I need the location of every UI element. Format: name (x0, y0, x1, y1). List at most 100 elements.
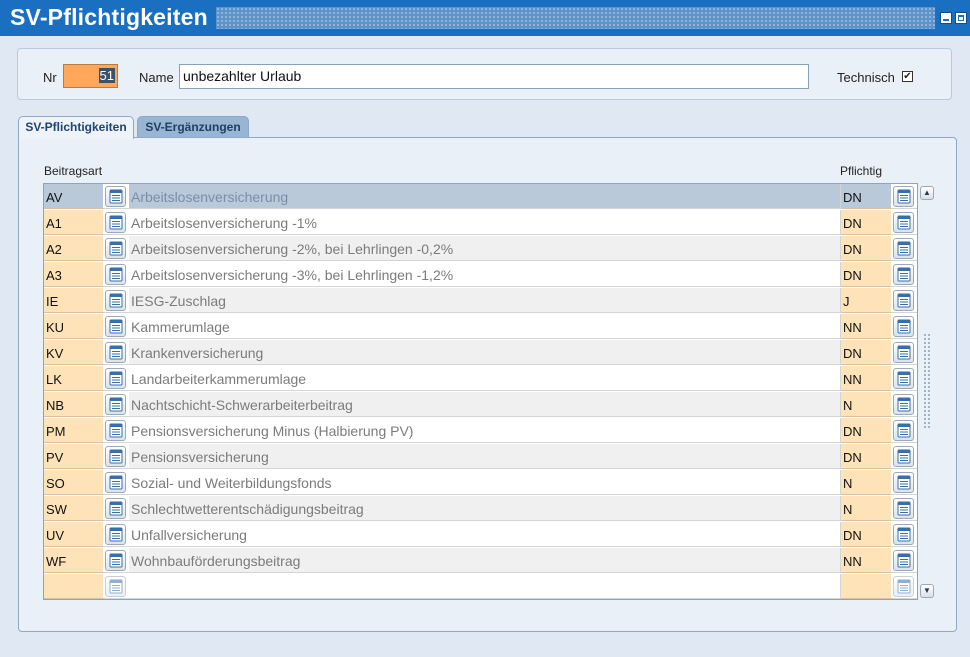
pflichtig-cell[interactable]: DN (840, 210, 891, 235)
pflichtig-cell[interactable]: DN (840, 340, 891, 365)
list-lookup-icon[interactable] (105, 394, 126, 415)
pflichtig-cell[interactable]: NN (840, 366, 891, 391)
table-row[interactable]: PM Pensionsversicherung Minus (Halbierung… (44, 418, 917, 444)
table-row[interactable]: KV Krankenversicherung DN (44, 340, 917, 366)
pflichtig-cell[interactable]: DN (840, 262, 891, 287)
list-lookup-icon[interactable] (893, 394, 914, 415)
beitragsart-cell[interactable]: WF (44, 548, 103, 573)
table-row[interactable]: A2 Arbeitslosenversicherung -2%, bei Lehr… (44, 236, 917, 262)
pflichtig-cell[interactable]: NN (840, 548, 891, 573)
beitragsart-cell[interactable]: PM (44, 418, 103, 443)
list-lookup-icon[interactable] (893, 524, 914, 545)
list-lookup-icon[interactable] (105, 550, 126, 571)
list-lookup-icon[interactable] (893, 498, 914, 519)
name-field[interactable]: unbezahlter Urlaub (179, 64, 809, 89)
list-lookup-icon[interactable] (893, 420, 914, 441)
description-cell (129, 574, 840, 599)
beitragsart-cell[interactable]: A2 (44, 236, 103, 261)
vertical-scrollbar[interactable]: ▲ ▼ (919, 183, 935, 600)
nr-field[interactable]: 51 (63, 64, 118, 88)
description-cell: Kammerumlage (129, 314, 840, 339)
list-lookup-icon[interactable] (893, 290, 914, 311)
table-row[interactable]: AV Arbeitslosenversicherung DN (44, 184, 917, 210)
beitragsart-cell[interactable]: LK (44, 366, 103, 391)
scroll-up-button[interactable]: ▲ (920, 186, 934, 200)
beitragsart-cell[interactable]: SW (44, 496, 103, 521)
pflichtig-cell[interactable]: DN (840, 444, 891, 469)
list-lookup-icon[interactable] (893, 316, 914, 337)
beitragsart-cell[interactable]: PV (44, 444, 103, 469)
list-lookup-icon[interactable] (893, 550, 914, 571)
pflichtig-cell[interactable]: N (840, 496, 891, 521)
beitragsart-cell[interactable]: UV (44, 522, 103, 547)
list-lookup-icon[interactable] (105, 420, 126, 441)
list-lookup-icon[interactable] (893, 186, 914, 207)
tab-sv-pflichtigkeiten[interactable]: SV-Pflichtigkeiten (18, 116, 134, 139)
table-row[interactable]: UV Unfallversicherung DN (44, 522, 917, 548)
list-lookup-icon[interactable] (893, 264, 914, 285)
beitragsart-cell[interactable]: SO (44, 470, 103, 495)
beitragsart-cell[interactable]: KV (44, 340, 103, 365)
list-lookup-icon[interactable] (893, 472, 914, 493)
list-lookup-icon[interactable] (105, 472, 126, 493)
table-row[interactable]: SO Sozial- und Weiterbildungsfonds N (44, 470, 917, 496)
table-row[interactable]: NB Nachtschicht-Schwerarbeiterbeitrag N (44, 392, 917, 418)
title-bar[interactable]: SV-Pflichtigkeiten (0, 0, 970, 36)
minimize-icon[interactable] (940, 12, 952, 24)
pflichtig-cell[interactable]: N (840, 392, 891, 417)
list-lookup-icon[interactable] (893, 576, 914, 597)
beitragsart-cell[interactable]: IE (44, 288, 103, 313)
list-lookup-icon[interactable] (893, 342, 914, 363)
table-row[interactable]: A3 Arbeitslosenversicherung -3%, bei Lehr… (44, 262, 917, 288)
description-cell: Pensionsversicherung Minus (Halbierung P… (129, 418, 840, 443)
list-lookup-icon[interactable] (105, 446, 126, 467)
table-row[interactable]: KU Kammerumlage NN (44, 314, 917, 340)
list-lookup-icon[interactable] (105, 316, 126, 337)
list-lookup-icon[interactable] (105, 524, 126, 545)
table-row[interactable]: IE IESG-Zuschlag J (44, 288, 917, 314)
table-row[interactable]: A1 Arbeitslosenversicherung -1% DN (44, 210, 917, 236)
beitragsart-cell[interactable]: A1 (44, 210, 103, 235)
beitragsart-cell[interactable]: KU (44, 314, 103, 339)
list-lookup-icon[interactable] (105, 264, 126, 285)
list-lookup-icon[interactable] (105, 498, 126, 519)
pflichtig-cell[interactable]: N (840, 470, 891, 495)
column-header-pflichtig: Pflichtig (840, 164, 883, 178)
pflichtig-cell[interactable]: DN (840, 418, 891, 443)
title-bar-grip[interactable] (216, 7, 935, 29)
list-lookup-icon[interactable] (105, 368, 126, 389)
list-lookup-icon[interactable] (105, 238, 126, 259)
list-lookup-icon[interactable] (105, 342, 126, 363)
list-lookup-icon[interactable] (893, 368, 914, 389)
pflichtig-cell[interactable]: DN (840, 236, 891, 261)
table-row[interactable]: LK Landarbeiterkammerumlage NN (44, 366, 917, 392)
list-lookup-icon[interactable] (893, 238, 914, 259)
table-row[interactable] (44, 574, 917, 599)
beitragsart-cell[interactable]: AV (44, 184, 103, 209)
pflichtig-cell[interactable]: DN (840, 522, 891, 547)
pflichtig-cell[interactable]: DN (840, 184, 891, 209)
description-cell: Wohnbauförderungsbeitrag (129, 548, 840, 573)
list-lookup-icon[interactable] (105, 186, 126, 207)
technisch-checkbox[interactable]: ✔ (902, 71, 913, 82)
beitragsart-cell[interactable]: NB (44, 392, 103, 417)
description-cell: Nachtschicht-Schwerarbeiterbeitrag (129, 392, 840, 417)
technisch-label: Technisch (837, 70, 895, 85)
maximize-icon[interactable] (955, 12, 967, 24)
scrollbar-grip[interactable] (923, 333, 931, 428)
pflichtig-cell[interactable]: J (840, 288, 891, 313)
list-lookup-icon[interactable] (893, 212, 914, 233)
scroll-down-button[interactable]: ▼ (920, 584, 934, 598)
pflichtig-cell[interactable] (840, 574, 891, 599)
list-lookup-icon[interactable] (105, 290, 126, 311)
table-row[interactable]: WF Wohnbauförderungsbeitrag NN (44, 548, 917, 574)
table-row[interactable]: PV Pensionsversicherung DN (44, 444, 917, 470)
pflichtig-cell[interactable]: NN (840, 314, 891, 339)
tab-sv-ergaenzungen[interactable]: SV-Ergänzungen (137, 116, 249, 138)
beitragsart-cell[interactable] (44, 574, 103, 599)
list-lookup-icon[interactable] (105, 212, 126, 233)
list-lookup-icon[interactable] (105, 576, 126, 597)
table-row[interactable]: SW Schlechtwetterentschädigungsbeitrag N (44, 496, 917, 522)
list-lookup-icon[interactable] (893, 446, 914, 467)
beitragsart-cell[interactable]: A3 (44, 262, 103, 287)
